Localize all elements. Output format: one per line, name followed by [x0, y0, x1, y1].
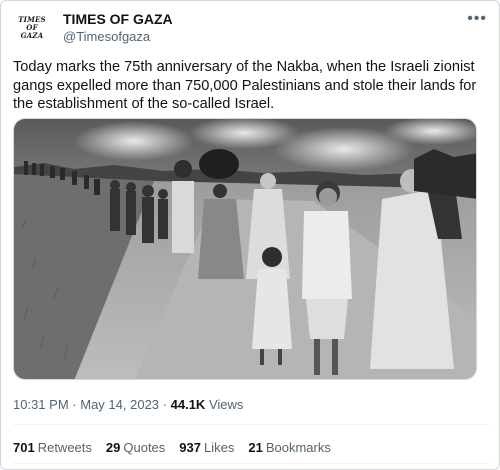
quotes-count: 29: [105, 440, 121, 455]
quotes-label: Quotes: [123, 440, 166, 455]
account-name[interactable]: TIMES OF GAZA: [63, 11, 173, 27]
views-count: 44.1K: [170, 397, 206, 412]
retweets-count: 701: [13, 440, 35, 455]
views-label: Views: [208, 397, 244, 412]
bookmarks-label: Bookmarks: [265, 440, 331, 455]
avatar[interactable]: TIMES OF GAZA: [13, 10, 51, 46]
bookmarks-count: 21: [248, 440, 263, 455]
photo-image: [14, 119, 476, 379]
likes-count: 937: [179, 440, 201, 455]
retweets-label: Retweets: [37, 440, 92, 455]
bookmarks-stat[interactable]: 21 Bookmarks: [248, 440, 331, 455]
tweet-date[interactable]: May 14, 2023: [80, 397, 159, 412]
meta-separator-1: ·: [72, 397, 77, 412]
tweet-stats: 701 Retweets 29 Quotes 937 Likes 21 Bookmark…: [13, 440, 331, 455]
tweet-time[interactable]: 10:31 PM: [13, 397, 69, 412]
account-handle[interactable]: @Timesofgaza: [63, 29, 150, 44]
tweet-text: Today marks the 75th anniversary of the …: [13, 59, 477, 113]
meta-separator-2: ·: [162, 397, 167, 412]
more-options-icon[interactable]: •••: [467, 10, 487, 28]
avatar-logo-line-3: GAZA: [20, 31, 44, 40]
quotes-stat[interactable]: 29 Quotes: [106, 440, 165, 455]
tweet-card: TIMES OF GAZA TIMES OF GAZA @Timesofgaza…: [0, 0, 500, 470]
tweet-photo[interactable]: [13, 118, 477, 380]
divider-bottom: [13, 463, 489, 464]
tweet-meta: 10:31 PM · May 14, 2023 · 44.1K Views: [13, 397, 243, 412]
tweet-header: TIMES OF GAZA TIMES OF GAZA @Timesofgaza…: [13, 10, 489, 46]
likes-label: Likes: [204, 440, 235, 455]
retweets-stat[interactable]: 701 Retweets: [13, 440, 92, 455]
divider-top: [13, 424, 489, 425]
likes-stat[interactable]: 937 Likes: [179, 440, 234, 455]
